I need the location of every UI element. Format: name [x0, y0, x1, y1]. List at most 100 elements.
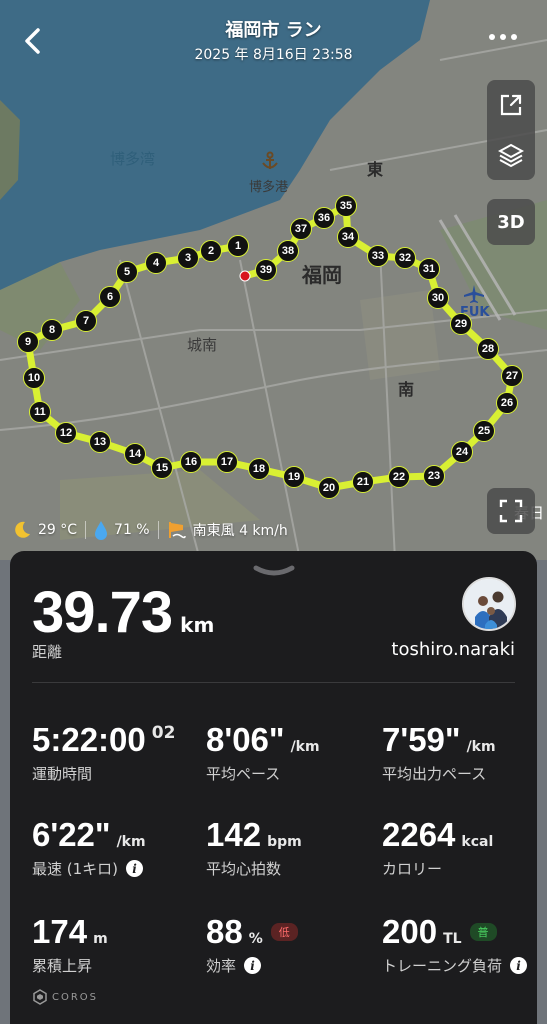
km-marker[interactable]: 31 — [418, 258, 440, 280]
km-marker[interactable]: 35 — [335, 195, 357, 217]
km-marker[interactable]: 23 — [423, 465, 445, 487]
weather-bar: 29 °C 71 % 南東風 4 km/h — [12, 518, 288, 542]
calories-unit: kcal — [461, 834, 494, 850]
km-marker[interactable]: 37 — [290, 218, 312, 240]
map-label-jonan: 城南 — [187, 336, 218, 354]
km-marker[interactable]: 28 — [477, 338, 499, 360]
humidity-item: 71 % — [94, 520, 150, 540]
fastest-unit: /km — [116, 834, 146, 850]
km-marker[interactable]: 3 — [177, 247, 199, 269]
km-marker[interactable]: 19 — [283, 466, 305, 488]
avg-power-pace-value: 7'59" — [382, 721, 461, 758]
km-marker[interactable]: 10 — [23, 367, 45, 389]
fullscreen-icon — [499, 499, 523, 523]
km-marker[interactable]: 27 — [501, 365, 523, 387]
km-marker[interactable]: 39 — [255, 259, 277, 281]
training-load-value: 200 — [382, 913, 438, 950]
km-marker[interactable]: 16 — [180, 451, 202, 473]
map-label-east: 東 — [367, 160, 384, 179]
humidity-value: 71 % — [114, 522, 150, 538]
training-load-unit: TL — [443, 931, 462, 947]
distance-number: 39.73 — [32, 580, 173, 645]
avg-power-pace-unit: /km — [466, 739, 496, 755]
km-marker[interactable]: 34 — [337, 226, 359, 248]
divider — [32, 682, 515, 683]
km-marker[interactable]: 18 — [248, 458, 270, 480]
activity-summary-panel: 39.73 km 距離 toshiro.naraki 5:22:00 02 運動時… — [10, 551, 537, 1024]
airport-icon — [462, 284, 486, 304]
username[interactable]: toshiro.naraki — [391, 639, 515, 660]
km-marker[interactable]: 15 — [151, 457, 173, 479]
km-marker[interactable]: 30 — [427, 287, 449, 309]
stat-training-load: 200 TL 普 トレーニング負荷 i — [382, 913, 528, 976]
more-options-button[interactable] — [489, 34, 519, 48]
km-marker[interactable]: 8 — [41, 319, 63, 341]
km-marker[interactable]: 36 — [313, 207, 335, 229]
avg-power-pace-label: 平均出力ペース — [382, 765, 487, 783]
layers-icon — [498, 143, 524, 168]
km-marker[interactable]: 17 — [216, 451, 238, 473]
elevation-unit: m — [93, 931, 108, 947]
km-marker[interactable]: 9 — [17, 331, 39, 353]
km-marker[interactable]: 12 — [55, 422, 77, 444]
km-marker[interactable]: 4 — [145, 252, 167, 274]
avatar[interactable] — [462, 577, 516, 631]
info-icon[interactable]: i — [126, 860, 144, 877]
km-marker[interactable]: 2 — [200, 240, 222, 262]
km-marker[interactable]: 21 — [352, 471, 374, 493]
km-marker[interactable]: 5 — [116, 261, 138, 283]
more-dot-icon — [489, 34, 495, 40]
km-marker[interactable]: 7 — [75, 310, 97, 332]
heart-rate-label: 平均心拍数 — [206, 860, 282, 878]
layers-button[interactable] — [487, 130, 535, 180]
page-title: 福岡市 ラン — [225, 20, 322, 41]
distance-unit: km — [180, 613, 215, 637]
stat-fastest: 6'22" /km 最速 (1キロ) i — [32, 816, 146, 879]
km-marker[interactable]: 11 — [29, 401, 51, 423]
avg-pace-label: 平均ペース — [206, 765, 281, 783]
weather-divider — [157, 521, 159, 539]
efficiency-unit: % — [248, 931, 263, 947]
temperature-value: 29 °C — [38, 522, 78, 538]
activity-datetime: 2025 年 8月16日 23:58 — [194, 47, 353, 63]
elevation-label: 累積上昇 — [32, 957, 93, 975]
km-marker[interactable]: 14 — [124, 443, 146, 465]
wind-value: 南東風 4 km/h — [192, 523, 288, 539]
duration-value: 5:22:00 — [32, 721, 146, 758]
duration-fraction: 02 — [151, 723, 176, 743]
weather-divider — [85, 521, 87, 539]
km-marker[interactable]: 22 — [388, 466, 410, 488]
km-marker[interactable]: 25 — [473, 420, 495, 442]
panel-drag-handle[interactable] — [250, 563, 298, 577]
map-label-bay: 博多湾 — [110, 150, 156, 168]
stat-heart-rate: 142 bpm 平均心拍数 — [206, 816, 302, 879]
share-button[interactable] — [487, 80, 535, 130]
more-dot-icon — [500, 34, 506, 40]
info-icon[interactable]: i — [244, 957, 262, 974]
km-marker[interactable]: 6 — [99, 286, 121, 308]
km-marker[interactable]: 38 — [277, 240, 299, 262]
map-background — [0, 0, 547, 560]
km-marker[interactable]: 32 — [394, 247, 416, 269]
route-map[interactable]: 博多湾 博多港 東 福岡 城南 南 FUK 春日 123456789101112… — [0, 0, 547, 560]
km-marker[interactable]: 26 — [496, 392, 518, 414]
km-marker[interactable]: 33 — [367, 245, 389, 267]
brand-name: COROS — [52, 991, 99, 1003]
km-marker[interactable]: 13 — [89, 431, 111, 453]
map-label-minami: 南 — [398, 380, 415, 399]
avatar-image — [464, 579, 514, 629]
fullscreen-button[interactable] — [487, 488, 535, 534]
3d-view-button[interactable]: 3D — [487, 199, 535, 245]
info-icon[interactable]: i — [510, 957, 528, 974]
heart-rate-value: 142 — [206, 816, 262, 853]
map-control-group — [487, 80, 535, 180]
km-marker[interactable]: 1 — [227, 235, 249, 257]
km-marker[interactable]: 24 — [451, 441, 473, 463]
stat-avg-power-pace: 7'59" /km 平均出力ペース — [382, 721, 496, 784]
km-marker[interactable]: 29 — [450, 313, 472, 335]
stat-duration: 5:22:00 02 運動時間 — [32, 721, 175, 784]
km-marker[interactable]: 20 — [318, 477, 340, 499]
efficiency-value: 88 — [206, 913, 243, 950]
fastest-value: 6'22" — [32, 816, 111, 853]
stat-avg-pace: 8'06" /km 平均ペース — [206, 721, 320, 784]
